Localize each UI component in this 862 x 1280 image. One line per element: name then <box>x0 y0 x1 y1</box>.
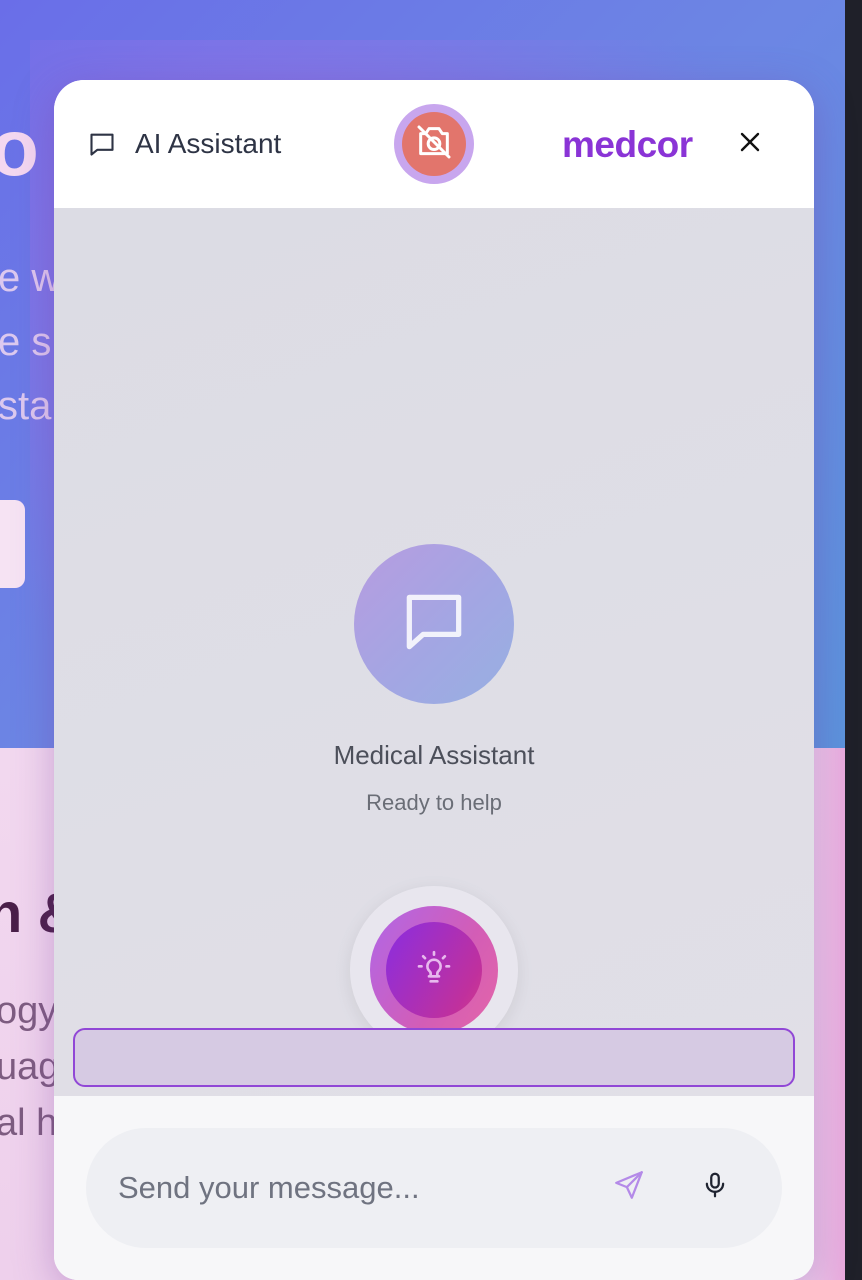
hero-cta-button[interactable] <box>0 500 25 588</box>
message-composer <box>86 1128 782 1248</box>
assistant-avatar <box>354 544 514 704</box>
camera-off-icon <box>414 122 454 167</box>
hero-title: o <box>0 103 39 192</box>
microphone-button[interactable] <box>698 1170 732 1204</box>
window-edge <box>845 0 862 1280</box>
composer-area <box>54 1096 814 1280</box>
features-text-line: ogy <box>0 990 58 1032</box>
chat-widget: AI Assistant medcor Medical Assistant Re… <box>54 80 814 1280</box>
send-icon <box>612 1168 646 1207</box>
header-title: AI Assistant <box>135 128 282 159</box>
assistant-name: Medical Assistant <box>333 740 535 770</box>
close-button[interactable] <box>734 128 766 160</box>
features-text-line: al h <box>0 1102 58 1144</box>
assistant-stage: Medical Assistant Ready to help <box>54 208 814 1096</box>
widget-header: AI Assistant medcor <box>54 80 814 208</box>
microphone-icon <box>700 1170 730 1205</box>
assistant-status: Ready to help <box>366 790 502 815</box>
chat-bubble-icon <box>397 585 471 664</box>
close-icon <box>738 130 762 159</box>
chat-bubble-icon <box>88 130 116 158</box>
hero-text-line: sta <box>0 384 52 428</box>
voice-orb-button[interactable] <box>370 906 498 1034</box>
message-input[interactable] <box>118 1156 588 1220</box>
transcript-bar <box>73 1028 795 1087</box>
voice-orb-inner <box>386 922 482 1018</box>
lightbulb-icon <box>414 948 454 993</box>
camera-toggle-button[interactable] <box>394 104 474 184</box>
hero-text-line: e s <box>0 320 52 364</box>
camera-toggle-inner <box>402 112 466 176</box>
hero-text-line: e w <box>0 256 61 300</box>
features-text-line: uag <box>0 1046 60 1088</box>
brand-logo: medcor <box>562 124 693 165</box>
send-button[interactable] <box>612 1170 646 1204</box>
